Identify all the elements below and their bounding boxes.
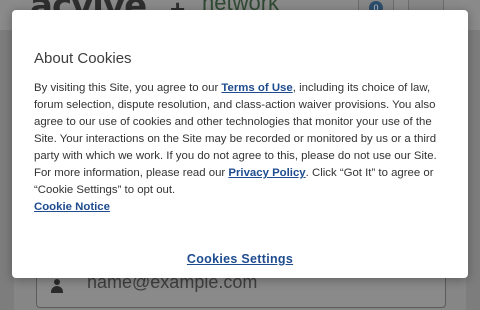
dialog-title: About Cookies <box>34 50 132 67</box>
dialog-body: By visiting this Site, you agree to our … <box>34 80 454 216</box>
cookie-notice-link[interactable]: Cookie Notice <box>34 199 454 216</box>
user-icon <box>51 279 63 293</box>
cookie-dialog: About Cookies By visiting this Site, you… <box>12 10 468 278</box>
terms-of-use-link[interactable]: Terms of Use <box>221 82 292 94</box>
settings-row: Cookies Settings <box>12 251 468 267</box>
body-text-2: , including its choice of law, forum sel… <box>34 82 437 179</box>
body-text-1: By visiting this Site, you agree to our <box>34 82 222 94</box>
privacy-policy-link[interactable]: Privacy Policy <box>228 167 305 179</box>
cookies-settings-button[interactable]: Cookies Settings <box>187 252 293 266</box>
